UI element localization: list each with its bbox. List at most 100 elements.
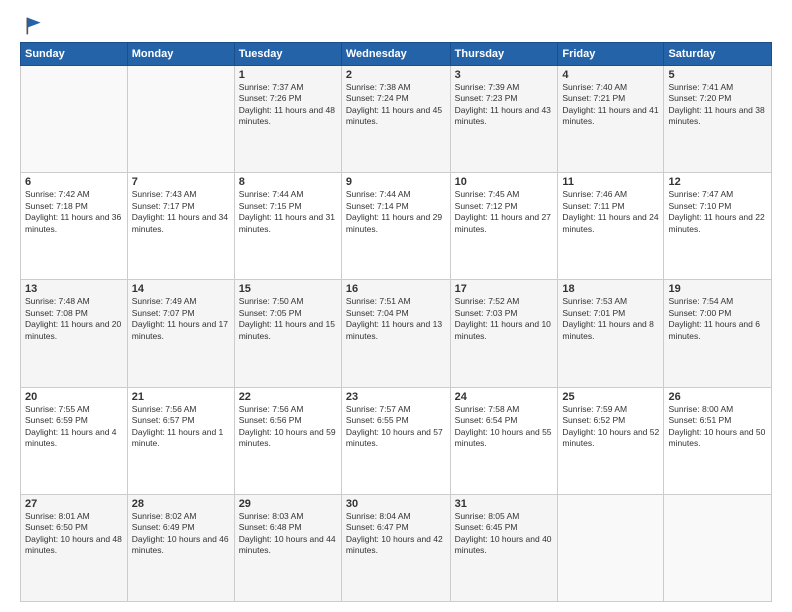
calendar-cell: 26Sunrise: 8:00 AM Sunset: 6:51 PM Dayli… bbox=[664, 387, 772, 494]
calendar-cell: 16Sunrise: 7:51 AM Sunset: 7:04 PM Dayli… bbox=[341, 280, 450, 387]
day-number: 23 bbox=[346, 391, 446, 403]
day-number: 11 bbox=[562, 176, 659, 188]
day-info: Sunrise: 7:44 AM Sunset: 7:15 PM Dayligh… bbox=[239, 189, 337, 235]
day-info: Sunrise: 7:57 AM Sunset: 6:55 PM Dayligh… bbox=[346, 404, 446, 450]
calendar-cell: 1Sunrise: 7:37 AM Sunset: 7:26 PM Daylig… bbox=[234, 66, 341, 173]
calendar-cell: 9Sunrise: 7:44 AM Sunset: 7:14 PM Daylig… bbox=[341, 173, 450, 280]
day-number: 13 bbox=[25, 283, 123, 295]
day-info: Sunrise: 7:44 AM Sunset: 7:14 PM Dayligh… bbox=[346, 189, 446, 235]
calendar-week-1: 6Sunrise: 7:42 AM Sunset: 7:18 PM Daylig… bbox=[21, 173, 772, 280]
day-info: Sunrise: 7:56 AM Sunset: 6:56 PM Dayligh… bbox=[239, 404, 337, 450]
calendar-cell: 24Sunrise: 7:58 AM Sunset: 6:54 PM Dayli… bbox=[450, 387, 558, 494]
calendar-cell: 5Sunrise: 7:41 AM Sunset: 7:20 PM Daylig… bbox=[664, 66, 772, 173]
weekday-header-wednesday: Wednesday bbox=[341, 43, 450, 66]
day-number: 22 bbox=[239, 391, 337, 403]
day-info: Sunrise: 7:38 AM Sunset: 7:24 PM Dayligh… bbox=[346, 82, 446, 128]
day-number: 25 bbox=[562, 391, 659, 403]
calendar-cell: 30Sunrise: 8:04 AM Sunset: 6:47 PM Dayli… bbox=[341, 494, 450, 601]
day-info: Sunrise: 7:59 AM Sunset: 6:52 PM Dayligh… bbox=[562, 404, 659, 450]
day-info: Sunrise: 7:53 AM Sunset: 7:01 PM Dayligh… bbox=[562, 296, 659, 342]
day-info: Sunrise: 7:40 AM Sunset: 7:21 PM Dayligh… bbox=[562, 82, 659, 128]
day-info: Sunrise: 8:03 AM Sunset: 6:48 PM Dayligh… bbox=[239, 511, 337, 557]
calendar-cell: 3Sunrise: 7:39 AM Sunset: 7:23 PM Daylig… bbox=[450, 66, 558, 173]
calendar-cell: 31Sunrise: 8:05 AM Sunset: 6:45 PM Dayli… bbox=[450, 494, 558, 601]
day-info: Sunrise: 7:50 AM Sunset: 7:05 PM Dayligh… bbox=[239, 296, 337, 342]
calendar-cell: 8Sunrise: 7:44 AM Sunset: 7:15 PM Daylig… bbox=[234, 173, 341, 280]
day-info: Sunrise: 8:04 AM Sunset: 6:47 PM Dayligh… bbox=[346, 511, 446, 557]
calendar-cell bbox=[664, 494, 772, 601]
day-number: 10 bbox=[455, 176, 554, 188]
day-number: 20 bbox=[25, 391, 123, 403]
day-info: Sunrise: 7:41 AM Sunset: 7:20 PM Dayligh… bbox=[668, 82, 767, 128]
day-info: Sunrise: 8:01 AM Sunset: 6:50 PM Dayligh… bbox=[25, 511, 123, 557]
weekday-header-monday: Monday bbox=[127, 43, 234, 66]
calendar-header: SundayMondayTuesdayWednesdayThursdayFrid… bbox=[21, 43, 772, 66]
day-number: 9 bbox=[346, 176, 446, 188]
calendar-cell: 4Sunrise: 7:40 AM Sunset: 7:21 PM Daylig… bbox=[558, 66, 664, 173]
calendar-cell bbox=[21, 66, 128, 173]
weekday-header-sunday: Sunday bbox=[21, 43, 128, 66]
calendar-cell: 22Sunrise: 7:56 AM Sunset: 6:56 PM Dayli… bbox=[234, 387, 341, 494]
day-number: 8 bbox=[239, 176, 337, 188]
day-number: 7 bbox=[132, 176, 230, 188]
day-number: 21 bbox=[132, 391, 230, 403]
day-info: Sunrise: 7:54 AM Sunset: 7:00 PM Dayligh… bbox=[668, 296, 767, 342]
day-info: Sunrise: 7:43 AM Sunset: 7:17 PM Dayligh… bbox=[132, 189, 230, 235]
day-number: 24 bbox=[455, 391, 554, 403]
day-number: 15 bbox=[239, 283, 337, 295]
calendar-body: 1Sunrise: 7:37 AM Sunset: 7:26 PM Daylig… bbox=[21, 66, 772, 602]
calendar-cell: 23Sunrise: 7:57 AM Sunset: 6:55 PM Dayli… bbox=[341, 387, 450, 494]
calendar-cell: 19Sunrise: 7:54 AM Sunset: 7:00 PM Dayli… bbox=[664, 280, 772, 387]
day-number: 17 bbox=[455, 283, 554, 295]
calendar-cell: 6Sunrise: 7:42 AM Sunset: 7:18 PM Daylig… bbox=[21, 173, 128, 280]
day-info: Sunrise: 7:52 AM Sunset: 7:03 PM Dayligh… bbox=[455, 296, 554, 342]
calendar-cell bbox=[127, 66, 234, 173]
logo-flag-icon bbox=[24, 16, 44, 36]
calendar-cell: 13Sunrise: 7:48 AM Sunset: 7:08 PM Dayli… bbox=[21, 280, 128, 387]
calendar-cell: 17Sunrise: 7:52 AM Sunset: 7:03 PM Dayli… bbox=[450, 280, 558, 387]
header-row: SundayMondayTuesdayWednesdayThursdayFrid… bbox=[21, 43, 772, 66]
logo bbox=[20, 16, 44, 32]
weekday-header-tuesday: Tuesday bbox=[234, 43, 341, 66]
calendar-cell: 12Sunrise: 7:47 AM Sunset: 7:10 PM Dayli… bbox=[664, 173, 772, 280]
day-info: Sunrise: 7:51 AM Sunset: 7:04 PM Dayligh… bbox=[346, 296, 446, 342]
day-number: 1 bbox=[239, 69, 337, 81]
day-info: Sunrise: 7:46 AM Sunset: 7:11 PM Dayligh… bbox=[562, 189, 659, 235]
day-number: 16 bbox=[346, 283, 446, 295]
day-info: Sunrise: 7:55 AM Sunset: 6:59 PM Dayligh… bbox=[25, 404, 123, 450]
day-number: 30 bbox=[346, 498, 446, 510]
day-number: 19 bbox=[668, 283, 767, 295]
calendar-cell: 10Sunrise: 7:45 AM Sunset: 7:12 PM Dayli… bbox=[450, 173, 558, 280]
calendar-cell: 28Sunrise: 8:02 AM Sunset: 6:49 PM Dayli… bbox=[127, 494, 234, 601]
calendar-week-0: 1Sunrise: 7:37 AM Sunset: 7:26 PM Daylig… bbox=[21, 66, 772, 173]
day-number: 31 bbox=[455, 498, 554, 510]
calendar-cell bbox=[558, 494, 664, 601]
calendar-week-2: 13Sunrise: 7:48 AM Sunset: 7:08 PM Dayli… bbox=[21, 280, 772, 387]
day-info: Sunrise: 7:37 AM Sunset: 7:26 PM Dayligh… bbox=[239, 82, 337, 128]
day-number: 28 bbox=[132, 498, 230, 510]
calendar-week-3: 20Sunrise: 7:55 AM Sunset: 6:59 PM Dayli… bbox=[21, 387, 772, 494]
weekday-header-friday: Friday bbox=[558, 43, 664, 66]
calendar-cell: 7Sunrise: 7:43 AM Sunset: 7:17 PM Daylig… bbox=[127, 173, 234, 280]
calendar-cell: 27Sunrise: 8:01 AM Sunset: 6:50 PM Dayli… bbox=[21, 494, 128, 601]
calendar-cell: 15Sunrise: 7:50 AM Sunset: 7:05 PM Dayli… bbox=[234, 280, 341, 387]
day-info: Sunrise: 8:05 AM Sunset: 6:45 PM Dayligh… bbox=[455, 511, 554, 557]
day-number: 6 bbox=[25, 176, 123, 188]
day-info: Sunrise: 7:48 AM Sunset: 7:08 PM Dayligh… bbox=[25, 296, 123, 342]
calendar-cell: 21Sunrise: 7:56 AM Sunset: 6:57 PM Dayli… bbox=[127, 387, 234, 494]
calendar-cell: 18Sunrise: 7:53 AM Sunset: 7:01 PM Dayli… bbox=[558, 280, 664, 387]
day-number: 4 bbox=[562, 69, 659, 81]
day-info: Sunrise: 7:58 AM Sunset: 6:54 PM Dayligh… bbox=[455, 404, 554, 450]
calendar-cell: 20Sunrise: 7:55 AM Sunset: 6:59 PM Dayli… bbox=[21, 387, 128, 494]
day-number: 3 bbox=[455, 69, 554, 81]
day-number: 5 bbox=[668, 69, 767, 81]
day-number: 26 bbox=[668, 391, 767, 403]
calendar-week-4: 27Sunrise: 8:01 AM Sunset: 6:50 PM Dayli… bbox=[21, 494, 772, 601]
day-info: Sunrise: 7:49 AM Sunset: 7:07 PM Dayligh… bbox=[132, 296, 230, 342]
day-info: Sunrise: 7:56 AM Sunset: 6:57 PM Dayligh… bbox=[132, 404, 230, 450]
calendar-cell: 11Sunrise: 7:46 AM Sunset: 7:11 PM Dayli… bbox=[558, 173, 664, 280]
calendar-cell: 14Sunrise: 7:49 AM Sunset: 7:07 PM Dayli… bbox=[127, 280, 234, 387]
day-info: Sunrise: 7:47 AM Sunset: 7:10 PM Dayligh… bbox=[668, 189, 767, 235]
calendar-table: SundayMondayTuesdayWednesdayThursdayFrid… bbox=[20, 42, 772, 602]
weekday-header-saturday: Saturday bbox=[664, 43, 772, 66]
